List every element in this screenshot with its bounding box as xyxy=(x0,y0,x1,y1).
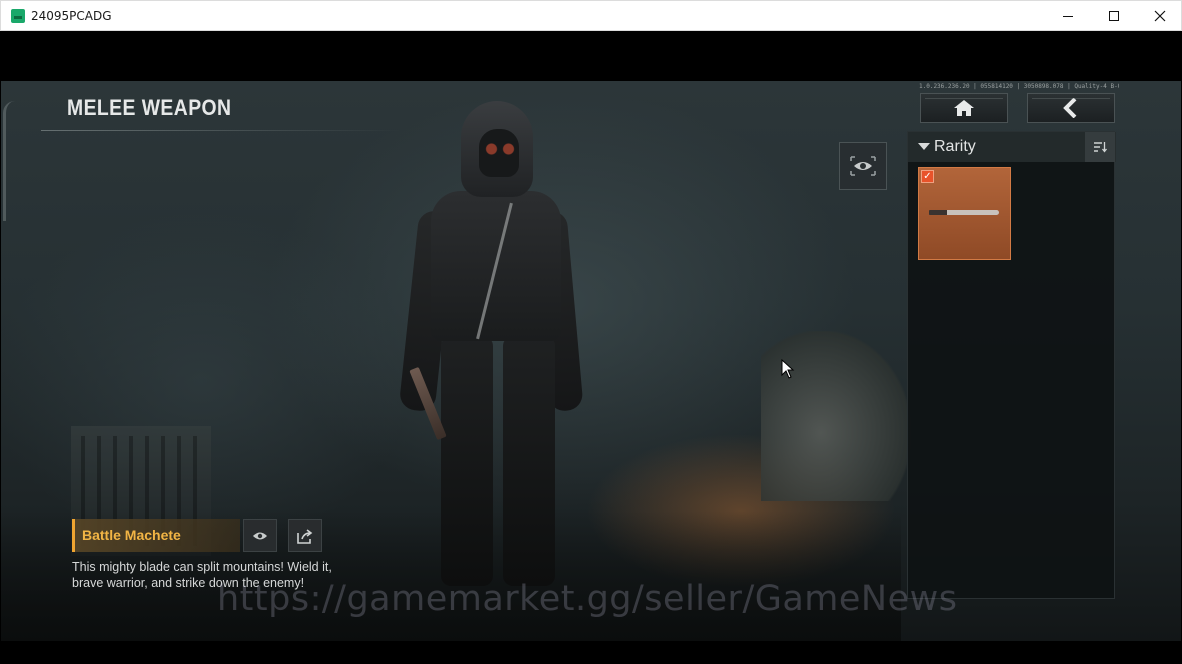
maximize-icon xyxy=(1109,11,1119,21)
app-icon xyxy=(11,9,25,23)
character-model[interactable] xyxy=(398,101,584,601)
selected-check-icon: ✓ xyxy=(921,170,934,183)
title-divider xyxy=(41,130,401,131)
page-title: MELEE WEAPON xyxy=(67,95,232,120)
rarity-filter-header[interactable]: Rarity xyxy=(908,132,1116,162)
item-card-battle-machete[interactable]: ✓ xyxy=(918,167,1011,260)
character-leg-right xyxy=(503,336,555,586)
character-leg-left xyxy=(441,336,493,586)
watermark-text: https://gamemarket.gg/seller/GameNews xyxy=(217,579,958,619)
scene-arch xyxy=(3,101,15,221)
close-icon xyxy=(1154,10,1166,22)
preview-toggle-button[interactable] xyxy=(839,142,887,190)
character-goggles xyxy=(483,143,517,155)
mouse-cursor-icon xyxy=(781,359,795,379)
scene-wreck xyxy=(761,331,911,501)
sort-icon xyxy=(1094,142,1107,153)
share-item-button[interactable] xyxy=(288,519,322,552)
selected-item-name: Battle Machete xyxy=(82,527,181,543)
maximize-button[interactable] xyxy=(1091,1,1137,31)
minimize-icon xyxy=(1063,15,1073,17)
eye-icon xyxy=(850,156,876,176)
rarity-filter-label: Rarity xyxy=(934,138,976,155)
window-titlebar: 24095PCADG xyxy=(0,0,1182,31)
share-icon xyxy=(297,528,313,544)
item-list-panel: Rarity ✓ xyxy=(907,131,1116,599)
eye-icon xyxy=(253,532,267,539)
home-icon xyxy=(954,100,974,116)
close-button[interactable] xyxy=(1137,1,1182,31)
debug-info: 1.0.236.236.20 | 055814120 | 3050898.078… xyxy=(919,83,1119,90)
back-chevron-icon xyxy=(1063,98,1077,118)
back-button[interactable] xyxy=(1027,93,1115,123)
selected-item-title: Battle Machete xyxy=(72,519,240,552)
view-item-button[interactable] xyxy=(243,519,277,552)
machete-icon xyxy=(929,210,999,215)
window-title: 24095PCADG xyxy=(31,9,112,23)
caret-down-icon xyxy=(918,143,930,150)
sort-button[interactable] xyxy=(1085,132,1115,162)
home-button[interactable] xyxy=(920,93,1008,123)
minimize-button[interactable] xyxy=(1045,1,1091,31)
game-viewport[interactable]: MELEE WEAPON 1.0.236.236.20 | 055814120 … xyxy=(1,31,1181,664)
